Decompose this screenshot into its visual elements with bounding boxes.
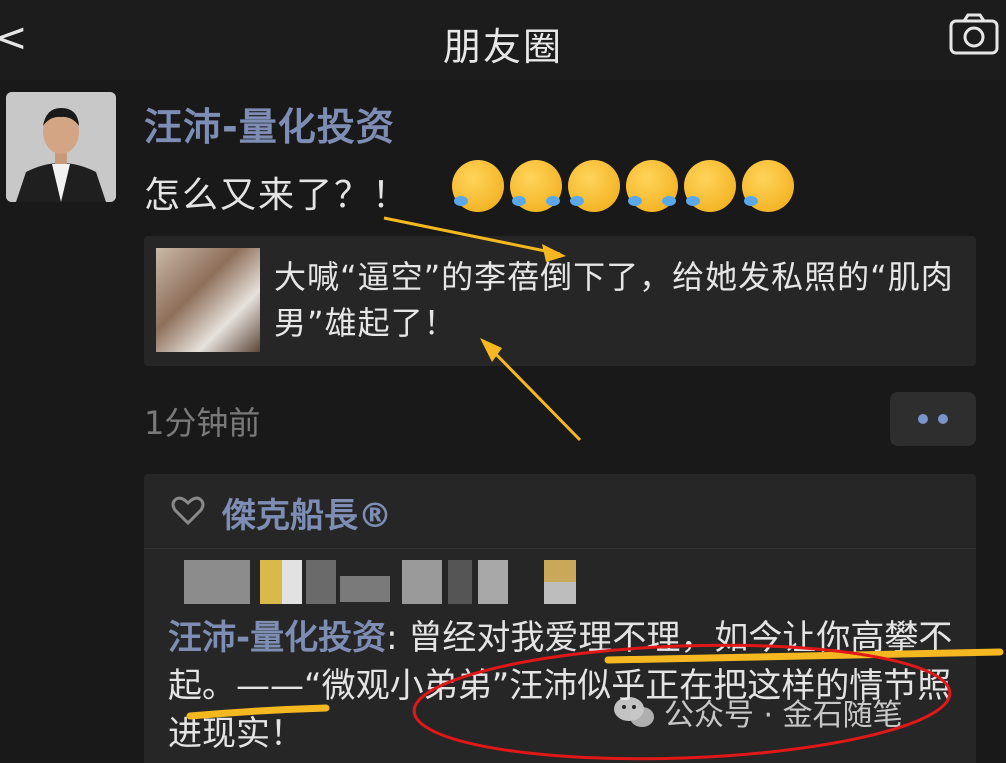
pixelated-comment-block — [180, 560, 600, 608]
post-timestamp: 1分钟前 — [144, 404, 261, 442]
article-thumbnail — [156, 248, 260, 352]
more-actions-button[interactable] — [890, 392, 976, 446]
shared-article-card[interactable]: 大喊“逼空”的李蓓倒下了，给她发私照的“肌肉男”雄起了！ — [144, 236, 976, 366]
comment-item[interactable]: 汪沛-量化投资: 曾经对我爱理不理，如今让你高攀不起。——“微观小弟弟”汪沛似乎… — [168, 614, 968, 758]
author-avatar[interactable] — [6, 92, 116, 202]
emoji-row — [452, 160, 794, 212]
crying-laughing-icon — [742, 160, 794, 212]
comment-author[interactable]: 汪沛-量化投资 — [168, 618, 386, 658]
watermark: 公众号 · 金石随笔 — [612, 690, 903, 734]
camera-icon[interactable] — [948, 12, 1000, 56]
wechat-icon — [614, 697, 654, 727]
dot-icon — [918, 414, 928, 424]
crying-laughing-icon — [684, 160, 736, 212]
crying-laughing-icon — [452, 160, 504, 212]
article-title: 大喊“逼空”的李蓓倒下了，给她发私照的“肌肉男”雄起了！ — [274, 258, 954, 342]
joy-icon — [510, 160, 562, 212]
joy-icon — [626, 160, 678, 212]
heart-icon — [171, 496, 205, 526]
crying-laughing-icon — [568, 160, 620, 212]
top-nav-bar: < 朋友圈 — [0, 0, 1006, 80]
post-author-name[interactable]: 汪沛-量化投资 — [144, 96, 395, 151]
dot-icon — [938, 414, 948, 424]
divider — [144, 548, 976, 549]
post-text: 怎么又来了？！ — [144, 175, 411, 216]
liker-name[interactable]: 傑克船長® — [222, 488, 392, 537]
page-title: 朋友圈 — [442, 25, 563, 69]
watermark-text: 公众号 · 金石随笔 — [664, 698, 903, 733]
comment-separator: : — [386, 618, 398, 658]
